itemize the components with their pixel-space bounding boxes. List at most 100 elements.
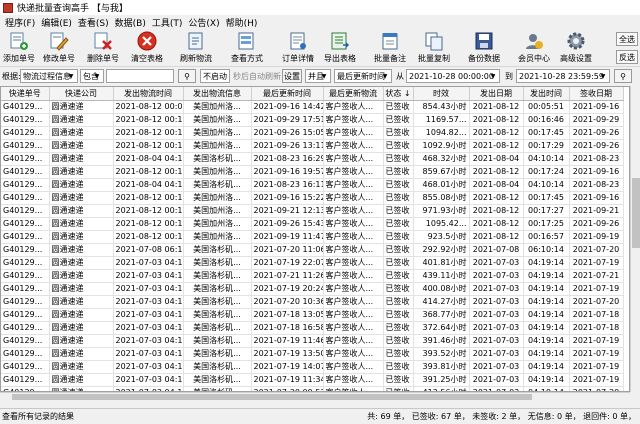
- table-row[interactable]: G40129...圆通速递2021-07-03 04:19:14美国洛杉矶...…: [1, 308, 624, 322]
- table-cell: 圆通速递: [49, 334, 114, 348]
- table-cell: 美国洛杉矶...: [183, 334, 252, 348]
- select-all-button[interactable]: 全选: [616, 32, 638, 46]
- from-date-input[interactable]: 2021-10-28 00:00:00 ▼: [406, 69, 500, 83]
- to-date-input[interactable]: 2021-10-28 23:59:59 ▼: [516, 69, 610, 83]
- table-row[interactable]: G40129...圆通速递2021-07-03 04:19:14美国洛杉矶...…: [1, 373, 624, 387]
- order-detail-button[interactable]: 订单详情: [280, 31, 316, 65]
- column-header[interactable]: 发出时间: [523, 87, 570, 101]
- backup-button[interactable]: 备份数据: [466, 31, 502, 65]
- table-cell: 2021-09-26 15:43:19: [251, 217, 324, 231]
- column-header[interactable]: 发出日期: [469, 87, 524, 101]
- table-row[interactable]: G40129...圆通速递2021-08-12 00:16:57美国加州洛...…: [1, 230, 624, 244]
- table-cell: 圆通速递: [49, 152, 114, 166]
- delete-number-button[interactable]: 删除单号: [86, 31, 120, 65]
- table-cell: 2021-08-12 00:17:45: [113, 191, 184, 205]
- menu-notice[interactable]: 公告(X): [185, 16, 222, 29]
- table-row[interactable]: G40129...圆通速递2021-08-04 04:10:14美国洛杉矶...…: [1, 178, 624, 192]
- batch-note-button[interactable]: 批量备注: [372, 31, 408, 65]
- table-cell: 2021-09-29: [569, 113, 624, 127]
- table-cell: 美国加州洛...: [183, 165, 252, 179]
- table-cell: 2021-07-03 04:19:14: [113, 256, 184, 270]
- table-cell: G40129...: [1, 321, 50, 335]
- calendar-dropdown-icon: ▼: [490, 72, 496, 80]
- table-row[interactable]: G40129...圆通速递2021-07-03 04:19:14美国洛杉矶...…: [1, 334, 624, 348]
- logic-select[interactable]: 并且 ▼: [305, 69, 331, 83]
- invert-selection-button[interactable]: 反选: [616, 50, 638, 64]
- table-row[interactable]: G40129...圆通速递2021-07-08 06:10:14美国洛杉矶...…: [1, 243, 624, 257]
- column-header[interactable]: 最后更新时间: [251, 87, 324, 101]
- time-field-select[interactable]: 最后更新时间 ▼: [334, 69, 392, 83]
- add-number-button[interactable]: 添加单号: [2, 31, 36, 65]
- view-mode-button[interactable]: 查看方式: [228, 31, 266, 65]
- table-cell: 859.67小时: [413, 165, 470, 179]
- delete-number-icon: [93, 31, 113, 51]
- column-header[interactable]: 发出物流信息: [183, 87, 252, 101]
- table-cell: 00:17:25: [523, 217, 570, 231]
- order-detail-label: 订单详情: [282, 54, 314, 63]
- member-center-button[interactable]: 会员中心: [516, 31, 552, 65]
- table-cell: 2021-09-19 11:47:22: [251, 230, 324, 244]
- menu-view[interactable]: 查看(S): [75, 16, 112, 29]
- menu-data[interactable]: 数据(B): [112, 16, 149, 29]
- table-row[interactable]: G40129...圆通速递2021-08-12 00:16:46美国加州洛...…: [1, 113, 624, 127]
- refresh-button[interactable]: 刷新物流: [178, 31, 214, 65]
- table-cell: 04:10:14: [523, 178, 570, 192]
- table-row[interactable]: G40129...圆通速递2021-08-04 04:10:14美国洛杉矶...…: [1, 152, 624, 166]
- table-cell: 2021-07-18: [569, 308, 624, 322]
- batch-copy-button[interactable]: 批量复制: [416, 31, 452, 65]
- table-row[interactable]: G40129...圆通速递2021-07-03 04:19:14美国洛杉矶...…: [1, 269, 624, 283]
- search-button[interactable]: ⚲: [178, 69, 196, 83]
- export-icon: [330, 31, 350, 51]
- table-row[interactable]: G40129...圆通速递2021-08-12 00:17:25美国加州洛...…: [1, 217, 624, 231]
- column-header[interactable]: 最后更新物流: [323, 87, 384, 101]
- table-row[interactable]: G40129...圆通速递2021-07-03 04:19:14美国洛杉矶...…: [1, 360, 624, 374]
- autorefresh-settings-button[interactable]: 设置: [282, 69, 302, 83]
- column-header[interactable]: 时效: [413, 87, 470, 101]
- table-row[interactable]: G40129...圆通速递2021-08-12 00:17:24美国加州洛...…: [1, 165, 624, 179]
- column-header[interactable]: 快递公司: [49, 87, 114, 101]
- scroll-thumb[interactable]: [632, 178, 640, 248]
- table-cell: 2021-09-16: [569, 165, 624, 179]
- keyword-input[interactable]: [106, 69, 174, 83]
- column-header[interactable]: 签收日期: [569, 87, 624, 101]
- menu-help[interactable]: 帮助(H): [223, 16, 261, 29]
- scroll-thumb[interactable]: [12, 394, 532, 400]
- table-cell: 圆通速递: [49, 282, 114, 296]
- table-row[interactable]: G40129...圆通速递2021-08-12 00:05:51美国加州洛...…: [1, 100, 624, 114]
- table-cell: 00:17:24: [523, 165, 570, 179]
- table-row[interactable]: G40129...圆通速递2021-07-03 04:19:14美国洛杉矶...…: [1, 282, 624, 296]
- vertical-scrollbar[interactable]: [630, 86, 640, 392]
- table-cell: 2021-07-03 04:19:14: [113, 321, 184, 335]
- member-icon: [524, 31, 544, 51]
- menu-program[interactable]: 程序(F): [2, 16, 38, 29]
- table-cell: 已签收: [383, 165, 414, 179]
- clear-table-button[interactable]: 清空表格: [128, 31, 166, 65]
- table-row[interactable]: G40129...圆通速递2021-08-12 00:17:45美国加州洛...…: [1, 191, 624, 205]
- table-row[interactable]: G40129...圆通速递2021-07-03 04:19:14美国洛杉矶...…: [1, 295, 624, 309]
- export-button[interactable]: 导出表格: [322, 31, 358, 65]
- table-row[interactable]: G40129...圆通速递2021-07-03 04:19:14美国洛杉矶...…: [1, 321, 624, 335]
- table-row[interactable]: G40129...圆通速递2021-08-12 00:17:27美国加州洛...…: [1, 204, 624, 218]
- table-cell: 2021-08-12: [469, 191, 524, 205]
- table-cell: G40129...: [1, 308, 50, 322]
- table-cell: 06:10:14: [523, 243, 570, 257]
- menu-tools[interactable]: 工具(T): [149, 16, 186, 29]
- table-row[interactable]: G40129...圆通速递2021-07-03 04:19:14美国洛杉矶...…: [1, 347, 624, 361]
- menu-edit[interactable]: 编辑(E): [38, 16, 75, 29]
- column-header[interactable]: 发出物流时间: [113, 87, 184, 101]
- column-header[interactable]: 状态 ↓: [383, 87, 414, 101]
- table-cell: 393.81小时: [413, 360, 470, 374]
- table-row[interactable]: G40129...圆通速递2021-08-12 00:17:29美国加州洛...…: [1, 139, 624, 153]
- horizontal-scrollbar[interactable]: [0, 392, 630, 401]
- edit-number-button[interactable]: 修改单号: [42, 31, 76, 65]
- table-row[interactable]: G40129...圆通速递2021-07-03 04:19:14美国洛杉矶...…: [1, 256, 624, 270]
- date-search-button[interactable]: ⚲: [614, 69, 632, 83]
- table-row[interactable]: G40129...圆通速递2021-08-12 00:17:45美国加州洛...…: [1, 126, 624, 140]
- results-table[interactable]: 快递单号 快递公司 发出物流时间 发出物流信息 最后更新时间 最后更新物流 状态…: [0, 86, 630, 392]
- autorefresh-select[interactable]: 不启动: [200, 69, 230, 83]
- column-header[interactable]: 快递单号: [1, 87, 50, 101]
- basis-select[interactable]: 物流过程信息 ▼: [20, 69, 78, 83]
- table-cell: 2021-07-03: [469, 373, 524, 387]
- settings-button[interactable]: 高级设置: [558, 31, 594, 65]
- match-select[interactable]: 包含 ▼: [80, 69, 104, 83]
